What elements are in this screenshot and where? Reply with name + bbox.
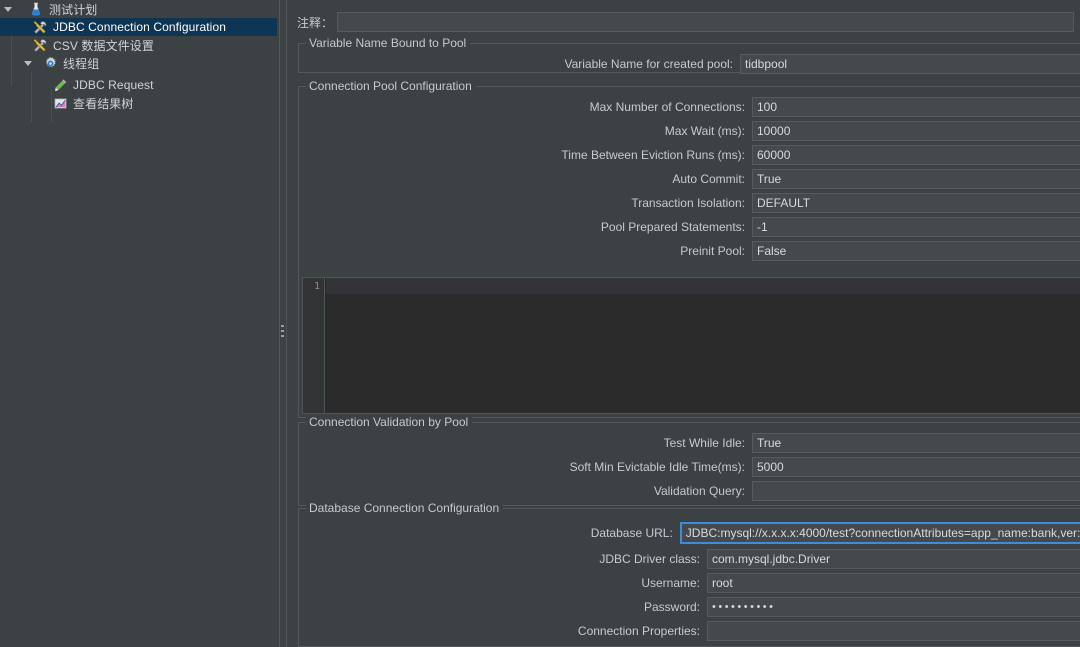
row-auto-commit: Auto Commit: True — [298, 169, 1080, 189]
jmeter-window: 测试计划 JDBC Connection Configuration CSV 数… — [0, 0, 1080, 647]
field-label: Variable Name for created pool: — [564, 57, 733, 71]
line-number: 1 — [313, 281, 320, 292]
soft-min-evictable-idle-time-input[interactable]: 5000 — [752, 457, 1080, 477]
row-pool-prepared-statements: Pool Prepared Statements: -1 — [298, 217, 1080, 237]
row-preinit-pool: Preinit Pool: False — [298, 241, 1080, 261]
test-while-idle-select[interactable]: True — [752, 433, 1080, 453]
tree-item-label: CSV 数据文件设置 — [53, 38, 155, 53]
comment-input[interactable] — [337, 12, 1074, 32]
pool-prepared-statements-input[interactable]: -1 — [752, 217, 1080, 237]
comment-row: 注释： — [297, 12, 1074, 32]
row-validation-query: Validation Query: — [298, 481, 1080, 501]
field-label: JDBC Driver class: — [599, 552, 700, 566]
variable-name-for-created-pool-input[interactable]: tidbpool — [740, 54, 1080, 74]
tree-item-thread-group[interactable]: 线程组 — [0, 54, 277, 72]
tree-item-label: 线程组 — [63, 56, 100, 71]
tree-item-label: 查看结果树 — [73, 96, 134, 111]
tree-item-jdbc-connection-configuration[interactable]: JDBC Connection Configuration — [0, 18, 277, 36]
group-title: Connection Pool Configuration — [306, 79, 476, 93]
jdbc-connection-configuration-panel: 注释： Variable Name Bound to Pool Variable… — [289, 0, 1080, 647]
splitter-grip[interactable] — [281, 325, 285, 343]
field-label: Validation Query: — [653, 484, 745, 498]
init-sql-statements-label: Init SQL statements separated b — [989, 264, 1080, 278]
tree-item-jdbc-request[interactable]: JDBC Request — [0, 76, 277, 94]
marker-pen-icon — [50, 76, 70, 94]
init-sql-editor[interactable]: 1 — [302, 277, 1080, 414]
field-label: Max Wait (ms): — [664, 124, 745, 138]
beaker-icon — [26, 0, 46, 18]
field-label: Database URL: — [590, 526, 673, 540]
editor-line-number-gutter: 1 — [303, 278, 325, 413]
row-variable-name-for-created-pool: Variable Name for created pool: tidbpool — [298, 54, 1080, 74]
field-label: Preinit Pool: — [680, 244, 745, 258]
transaction-isolation-select[interactable]: DEFAULT — [752, 193, 1080, 213]
tree-item-test-plan[interactable]: 测试计划 — [0, 0, 277, 18]
row-time-between-eviction-runs: Time Between Eviction Runs (ms): 60000 — [298, 145, 1080, 165]
auto-commit-select[interactable]: True — [752, 169, 1080, 189]
group-title: Connection Validation by Pool — [306, 415, 473, 429]
test-plan-tree[interactable]: 测试计划 JDBC Connection Configuration CSV 数… — [0, 0, 277, 647]
tree-item-label: JDBC Request — [73, 78, 154, 92]
tree-item-label: 测试计划 — [49, 2, 98, 17]
time-between-eviction-runs-input[interactable]: 60000 — [752, 145, 1080, 165]
connection-properties-input[interactable] — [707, 621, 1080, 641]
config-tools-icon — [30, 36, 50, 54]
tree-toggle-test-plan[interactable] — [0, 0, 16, 18]
tree-item-csv-data-set[interactable]: CSV 数据文件设置 — [0, 36, 277, 54]
group-title: Database Connection Configuration — [306, 501, 504, 515]
row-soft-min-evictable-idle-time: Soft Min Evictable Idle Time(ms): 5000 — [298, 457, 1080, 477]
preinit-pool-select[interactable]: False — [752, 241, 1080, 261]
tree-toggle-thread-group[interactable] — [20, 54, 36, 72]
field-label: Time Between Eviction Runs (ms): — [561, 148, 745, 162]
panel-splitter[interactable] — [277, 0, 289, 647]
row-username: Username: root — [298, 573, 1080, 593]
field-label: Max Number of Connections: — [589, 100, 745, 114]
field-label: Test While Idle: — [663, 436, 745, 450]
password-input[interactable]: •••••••••• — [707, 597, 1080, 617]
field-label: Transaction Isolation: — [631, 196, 745, 210]
username-input[interactable]: root — [707, 573, 1080, 593]
comment-label: 注释： — [297, 15, 334, 30]
row-max-number-of-connections: Max Number of Connections: 100 — [298, 97, 1080, 117]
config-tools-icon — [30, 18, 50, 36]
splitter-line — [279, 0, 280, 647]
row-transaction-isolation: Transaction Isolation: DEFAULT — [298, 193, 1080, 213]
row-jdbc-driver-class: JDBC Driver class: com.mysql.jdbc.Driver — [298, 549, 1080, 569]
tree-item-view-results-tree[interactable]: 查看结果树 — [0, 94, 277, 112]
gear-icon — [40, 54, 60, 72]
field-label: Soft Min Evictable Idle Time(ms): — [569, 460, 745, 474]
chart-icon — [50, 94, 70, 112]
max-number-of-connections-input[interactable]: 100 — [752, 97, 1080, 117]
field-label: Connection Properties: — [577, 624, 700, 638]
row-test-while-idle: Test While Idle: True — [298, 433, 1080, 453]
row-database-url: Database URL: JDBC:mysql://x.x.x.x:4000/… — [298, 522, 1080, 544]
row-password: Password: •••••••••• — [298, 597, 1080, 617]
validation-query-input[interactable] — [752, 481, 1080, 501]
editor-current-line-highlight — [326, 278, 1080, 294]
tree-item-label: JDBC Connection Configuration — [53, 20, 226, 34]
field-label: Pool Prepared Statements: — [600, 220, 745, 234]
field-label: Password: — [643, 600, 700, 614]
database-url-input[interactable]: JDBC:mysql://x.x.x.x:4000/test?connectio… — [679, 522, 1080, 544]
field-label: Auto Commit: — [672, 172, 745, 186]
max-wait-input[interactable]: 10000 — [752, 121, 1080, 141]
jdbc-driver-class-select[interactable]: com.mysql.jdbc.Driver — [707, 549, 1080, 569]
row-connection-properties: Connection Properties: — [298, 621, 1080, 641]
field-label: Username: — [641, 576, 700, 590]
group-title: Variable Name Bound to Pool — [306, 36, 471, 50]
row-max-wait: Max Wait (ms): 10000 — [298, 121, 1080, 141]
splitter-line — [286, 0, 287, 647]
